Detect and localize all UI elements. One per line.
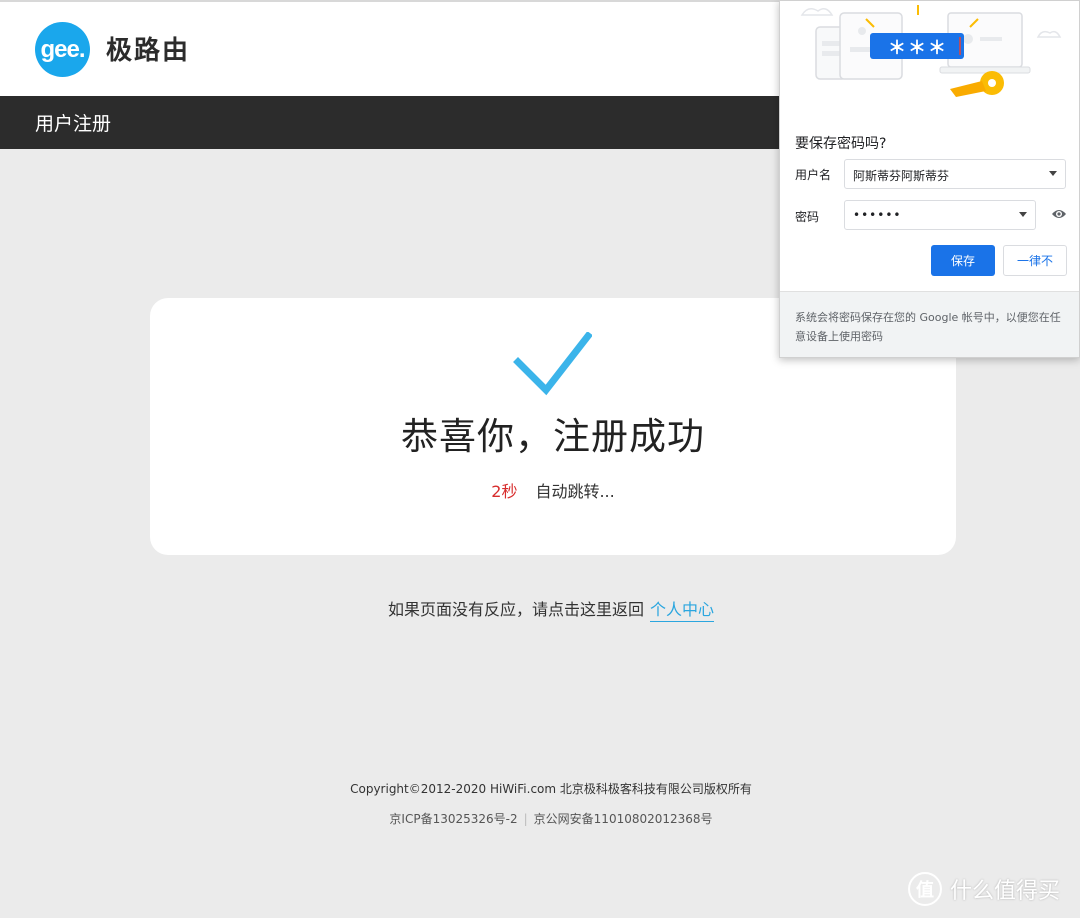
chevron-down-icon [1019, 212, 1027, 217]
success-title: 恭喜你，注册成功 [401, 415, 705, 458]
password-value: •••••• [853, 208, 902, 222]
checkmark-icon [513, 332, 592, 396]
username-label: 用户名 [795, 168, 832, 182]
password-stars: ＊＊＊ [888, 38, 948, 59]
divider: | [523, 812, 528, 826]
redirect-line: 2秒 自动跳转... [150, 478, 956, 502]
password-select[interactable]: •••••• [844, 200, 1036, 230]
eye-icon[interactable] [1051, 207, 1067, 221]
brand-name: 极路由 [106, 36, 191, 66]
username-select[interactable]: 阿斯蒂芬阿斯蒂芬 [844, 159, 1066, 189]
gee-logo[interactable]: gee. [35, 22, 90, 77]
return-hint: 如果页面没有反应，请点击这里返回 [387, 600, 644, 619]
watermark-logo-icon: 值 [908, 872, 942, 906]
logo-text: gee. [40, 35, 85, 63]
chevron-down-icon [1049, 171, 1057, 176]
personal-center-link[interactable]: 个人中心 [650, 600, 715, 622]
never-save-button[interactable]: 一律不 [1003, 245, 1067, 276]
return-line: 如果页面没有反应，请点击这里返回 个人中心 [0, 596, 1080, 622]
countdown-seconds: 2秒 [491, 482, 518, 501]
smzdm-watermark: 值 什么值得买 [908, 872, 1060, 906]
username-value: 阿斯蒂芬阿斯蒂芬 [853, 169, 950, 183]
popup-title: 要保存密码吗? [795, 136, 887, 152]
redirect-text: 自动跳转... [535, 482, 615, 501]
save-password-button[interactable]: 保存 [931, 245, 995, 276]
page-title: 用户注册 [35, 113, 112, 135]
password-label: 密码 [795, 210, 820, 224]
icp-link[interactable]: 京ICP备13025326号-2 [389, 812, 517, 826]
watermark-text: 什么值得买 [950, 879, 1061, 904]
save-password-popup: ＊＊＊ 要保存密码吗? 用户名 阿斯蒂芬阿斯蒂芬 密码 •••••• 保存 一律… [779, 0, 1080, 358]
police-record-link[interactable]: 京公网安备11010802012368号 [534, 812, 713, 826]
copyright: Copyright©2012-2020 HiWiFi.com 北京极科极客科技有… [350, 782, 752, 796]
icp-line: 京ICP备13025326号-2 | 京公网安备11010802012368号 [0, 810, 1080, 827]
popup-footer-note: 系统会将密码保存在您的 Google 帐号中，以便您在任意设备上使用密码 [780, 291, 1079, 357]
